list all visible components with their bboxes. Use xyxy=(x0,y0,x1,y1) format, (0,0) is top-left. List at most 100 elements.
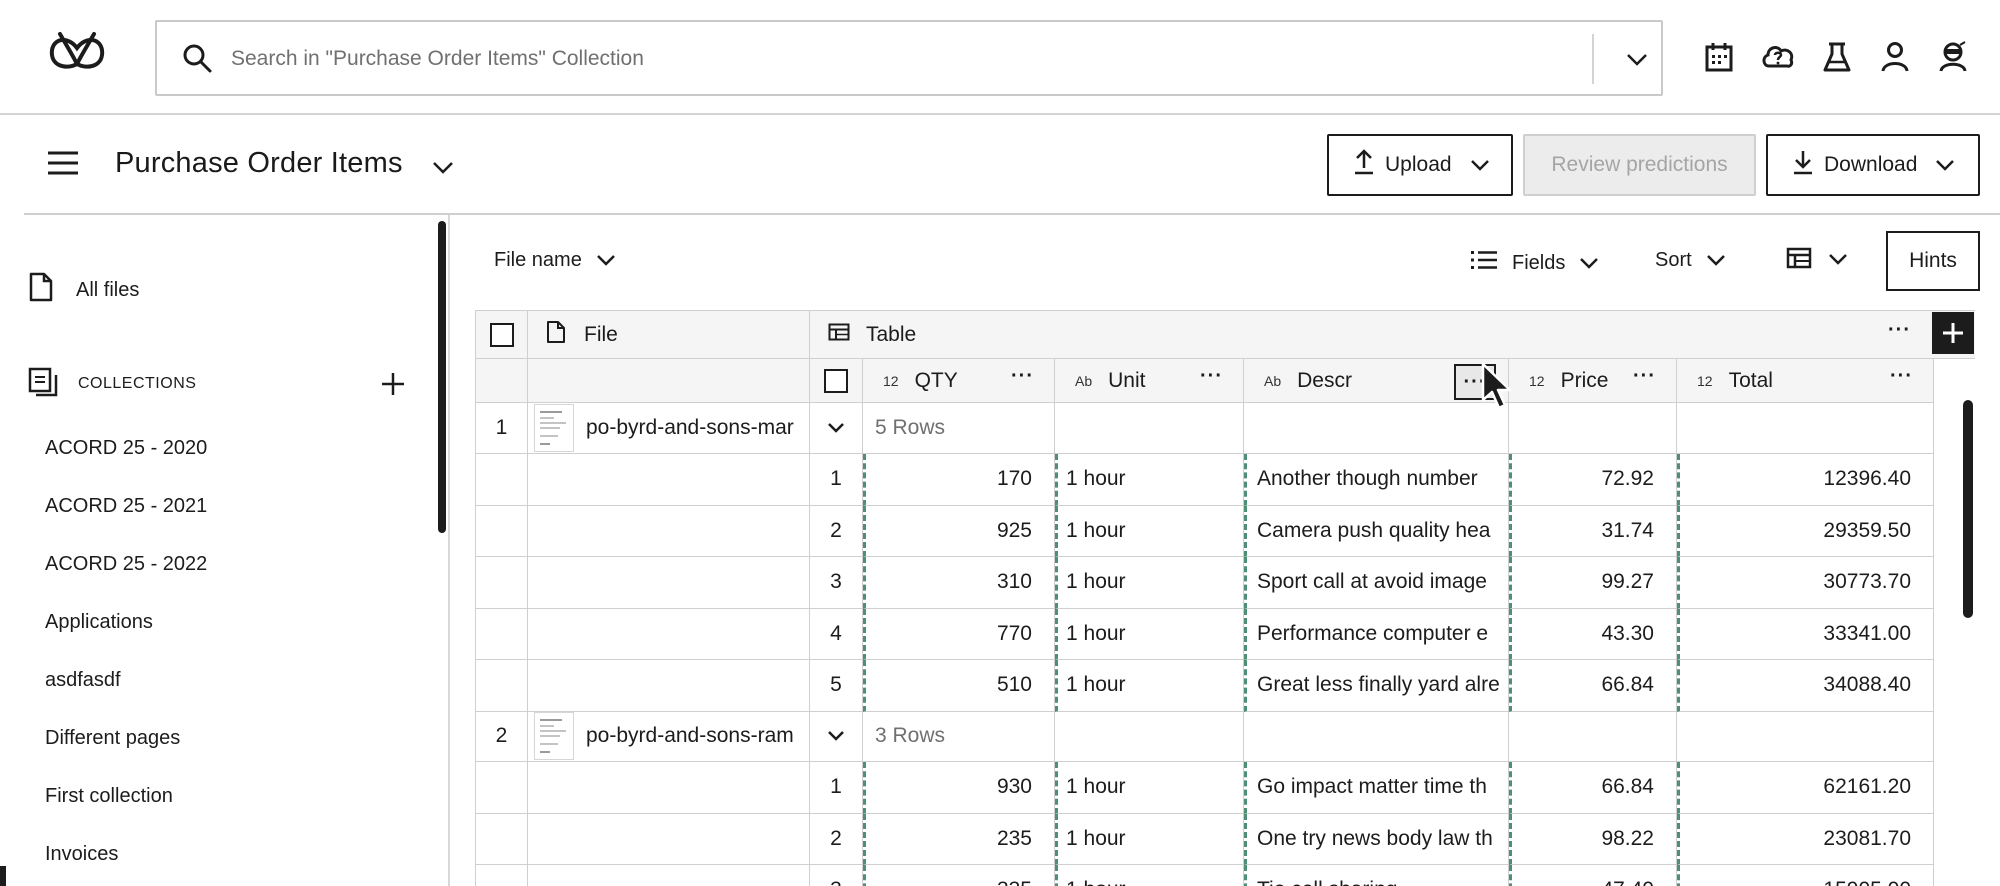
qty-cell[interactable]: 770 xyxy=(863,608,1055,660)
qty-cell[interactable]: 310 xyxy=(863,557,1055,609)
hamburger-menu-icon[interactable] xyxy=(46,149,82,179)
total-cell[interactable]: 12396.40 xyxy=(1677,454,1934,506)
qty-cell[interactable]: 925 xyxy=(863,505,1055,557)
sidebar-item-collection[interactable]: ACORD 25 - 2022 xyxy=(45,553,207,576)
fields-button[interactable]: Fields xyxy=(1470,249,1599,277)
qty-cell[interactable]: 335 xyxy=(863,865,1055,886)
number-type-icon: 12 xyxy=(1697,372,1713,389)
total-cell[interactable]: 15905.00 xyxy=(1677,865,1934,886)
more-options-icon[interactable]: ··· xyxy=(1633,365,1656,388)
download-button[interactable]: Download xyxy=(1766,134,1980,196)
sidebar-item-collection[interactable]: ACORD 25 - 2021 xyxy=(45,495,207,518)
rows-count: 3 Rows xyxy=(863,711,1055,762)
price-cell[interactable]: 31.74 xyxy=(1509,505,1677,557)
descr-cell[interactable]: Great less finally yard alre xyxy=(1244,660,1509,712)
sidebar-item-collection[interactable]: Applications xyxy=(45,611,153,634)
descr-cell[interactable]: Sport call at avoid image xyxy=(1244,557,1509,609)
hints-button[interactable]: Hints xyxy=(1886,231,1980,291)
sidebar-scrollbar[interactable] xyxy=(438,221,446,533)
sidebar-item-collection[interactable]: asdfasdf xyxy=(45,669,121,692)
chevron-down-icon xyxy=(596,249,616,272)
price-cell[interactable]: 47.40 xyxy=(1509,865,1677,886)
table-column-header[interactable]: Table ··· xyxy=(810,311,1975,359)
price-cell[interactable]: 66.84 xyxy=(1509,762,1677,814)
sort-button[interactable]: Sort xyxy=(1655,249,1726,272)
unit-cell[interactable]: 1 hour xyxy=(1055,608,1244,660)
column-header-price[interactable]: 12 Price ··· xyxy=(1509,359,1677,403)
total-cell[interactable]: 33341.00 xyxy=(1677,608,1934,660)
unit-cell[interactable]: 1 hour xyxy=(1055,762,1244,814)
search-input[interactable] xyxy=(231,40,1531,78)
row-spacer xyxy=(476,660,528,712)
unit-cell[interactable]: 1 hour xyxy=(1055,813,1244,865)
total-cell[interactable]: 23081.70 xyxy=(1677,813,1934,865)
sidebar-item-collection[interactable]: First collection xyxy=(45,785,173,808)
price-cell[interactable]: 98.22 xyxy=(1509,813,1677,865)
table-header-label: Table xyxy=(866,322,917,346)
price-cell[interactable]: 43.30 xyxy=(1509,608,1677,660)
empty-cell xyxy=(1055,711,1244,762)
add-collection-icon[interactable] xyxy=(380,371,406,397)
price-cell[interactable]: 72.92 xyxy=(1509,454,1677,506)
search-box xyxy=(155,20,1663,96)
grid-scrollbar[interactable] xyxy=(1963,400,1973,618)
row-number: 1 xyxy=(810,762,863,814)
total-cell[interactable]: 62161.20 xyxy=(1677,762,1934,814)
select-all-checkbox[interactable] xyxy=(489,322,514,347)
file-column-header[interactable]: File xyxy=(528,311,810,359)
total-cell[interactable]: 29359.50 xyxy=(1677,505,1934,557)
view-layout-button[interactable] xyxy=(1786,247,1848,274)
more-options-icon[interactable]: ··· xyxy=(1200,365,1223,388)
qty-cell[interactable]: 170 xyxy=(863,454,1055,506)
file-cell[interactable]: po-byrd-and-sons-ram xyxy=(528,711,810,762)
unit-cell[interactable]: 1 hour xyxy=(1055,660,1244,712)
column-header-qty[interactable]: 12 QTY ··· xyxy=(863,359,1055,403)
collection-switch-chevron-icon[interactable] xyxy=(432,161,454,180)
price-cell[interactable]: 99.27 xyxy=(1509,557,1677,609)
select-all-rows-checkbox[interactable] xyxy=(824,368,848,393)
more-options-icon[interactable]: ··· xyxy=(1890,365,1913,388)
unit-cell[interactable]: 1 hour xyxy=(1055,454,1244,506)
qty-cell[interactable]: 235 xyxy=(863,813,1055,865)
file-cell[interactable]: po-byrd-and-sons-mar xyxy=(528,403,810,454)
descr-cell[interactable]: Camera push quality hea xyxy=(1244,505,1509,557)
column-header-unit[interactable]: Ab Unit ··· xyxy=(1055,359,1244,403)
price-cell[interactable]: 66.84 xyxy=(1509,660,1677,712)
more-options-icon[interactable]: ··· xyxy=(1011,365,1034,388)
total-cell[interactable]: 30773.70 xyxy=(1677,557,1934,609)
unit-cell[interactable]: 1 hour xyxy=(1055,557,1244,609)
sidebar-item-collection[interactable]: Invoices xyxy=(45,843,118,866)
unit-cell[interactable]: 1 hour xyxy=(1055,505,1244,557)
descr-cell[interactable]: Another though number xyxy=(1244,454,1509,506)
sidebar-item-collection[interactable]: ACORD 25 - 2020 xyxy=(45,437,207,460)
upload-button[interactable]: Upload xyxy=(1327,134,1513,196)
descr-cell[interactable]: Performance computer e xyxy=(1244,608,1509,660)
help-cloud-icon[interactable] xyxy=(1759,38,1797,76)
app-logo-icon[interactable] xyxy=(46,26,108,76)
descr-cell[interactable]: Tie cell sharing xyxy=(1244,865,1509,886)
unit-cell[interactable]: 1 hour xyxy=(1055,865,1244,886)
descr-cell[interactable]: Go impact matter time th xyxy=(1244,762,1509,814)
calendar-icon[interactable] xyxy=(1700,38,1738,76)
ninja-avatar-icon[interactable] xyxy=(1934,38,1972,76)
sidebar-item-collection[interactable]: Different pages xyxy=(45,727,180,750)
expand-rows-chevron-icon[interactable] xyxy=(810,403,863,454)
search-dropdown-chevron-icon[interactable] xyxy=(1617,44,1657,76)
column-header-descr[interactable]: Ab Descr ··· xyxy=(1244,359,1509,403)
user-icon[interactable] xyxy=(1876,38,1914,76)
more-options-icon[interactable]: ··· xyxy=(1888,319,1911,342)
descr-cell[interactable]: One try news body law th xyxy=(1244,813,1509,865)
add-column-button[interactable] xyxy=(1932,312,1974,354)
plus-icon xyxy=(1943,323,1963,343)
column-header-total[interactable]: 12 Total ··· xyxy=(1677,359,1934,403)
qty-cell[interactable]: 930 xyxy=(863,762,1055,814)
qty-cell[interactable]: 510 xyxy=(863,660,1055,712)
file-name-filter-button[interactable]: File name xyxy=(494,249,616,272)
beaker-icon[interactable] xyxy=(1818,38,1856,76)
review-predictions-button[interactable]: Review predictions xyxy=(1523,134,1756,196)
expand-rows-chevron-icon[interactable] xyxy=(810,711,863,762)
row-spacer xyxy=(528,557,810,609)
sidebar-item-all-files[interactable]: All files xyxy=(28,272,139,307)
total-cell[interactable]: 34088.40 xyxy=(1677,660,1934,712)
file-name: po-byrd-and-sons-mar xyxy=(586,416,794,439)
